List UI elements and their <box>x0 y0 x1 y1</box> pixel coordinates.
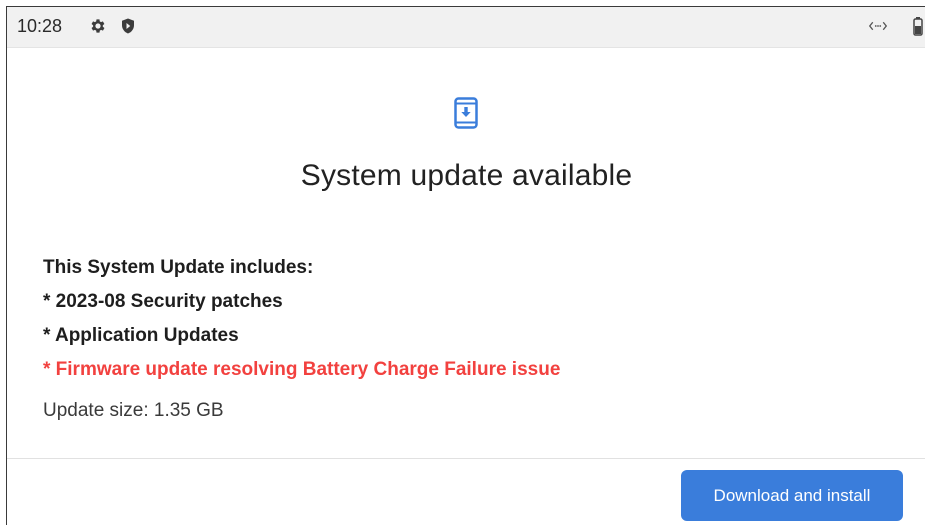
vibrate-icon <box>869 19 887 37</box>
shield-icon <box>119 17 137 35</box>
battery-icon <box>913 17 923 36</box>
page-title: System update available <box>300 159 633 192</box>
detail-item-apps: * Application Updates <box>43 325 239 346</box>
update-details: This System Update includes: * 2023-08 S… <box>43 253 560 389</box>
detail-item-security: * 2023-08 Security patches <box>43 291 283 312</box>
status-bar: 10:28 <box>7 7 925 48</box>
divider <box>7 458 925 459</box>
update-content: System update available This System Upda… <box>7 47 925 459</box>
device-screen: 10:28 System update available This Syste… <box>6 6 925 525</box>
download-and-install-button[interactable]: Download and install <box>681 470 903 521</box>
status-time: 10:28 <box>17 16 63 36</box>
details-heading: This System Update includes: <box>43 257 314 278</box>
detail-item-firmware: * Firmware update resolving Battery Char… <box>43 359 561 380</box>
system-update-phone-icon <box>454 97 478 129</box>
gear-icon <box>89 17 107 35</box>
update-size: Update size: 1.35 GB <box>43 400 224 421</box>
